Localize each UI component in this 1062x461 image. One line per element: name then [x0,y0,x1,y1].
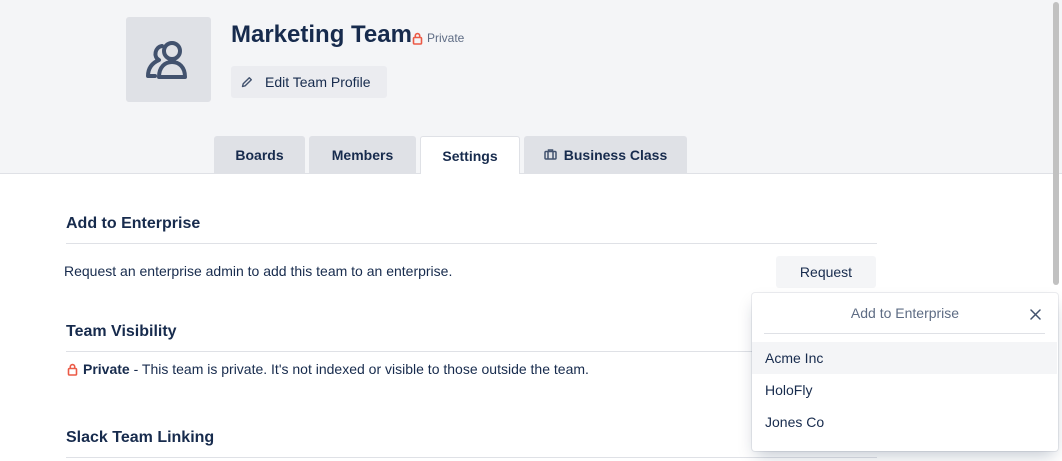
visibility-status-label: Private [83,361,130,377]
tab-settings-label: Settings [442,147,498,164]
add-to-enterprise-popover: Add to Enterprise Acme Inc HoloFly Jones… [752,293,1058,451]
tab-boards-label: Boards [235,146,284,163]
request-button[interactable]: Request [776,256,876,288]
pencil-icon [241,77,252,88]
privacy-label: Private [427,31,465,45]
tab-business-class-label: Business Class [563,146,668,163]
section-divider [66,457,877,458]
popover-title: Add to Enterprise [850,305,960,321]
scrollbar-thumb[interactable] [1053,2,1059,285]
enterprise-option-holofly[interactable]: HoloFly [752,374,1057,406]
team-users-icon [145,40,187,79]
slack-team-linking-heading: Slack Team Linking [66,429,215,446]
tab-settings[interactable]: Settings [420,136,520,174]
tab-members[interactable]: Members [309,136,416,173]
tab-boards[interactable]: Boards [214,136,305,173]
edit-team-profile-button[interactable]: Edit Team Profile [231,66,387,98]
add-to-enterprise-heading: Add to Enterprise [66,215,201,232]
lock-icon [67,363,78,376]
team-visibility-heading: Team Visibility [66,323,177,340]
visibility-description: - This team is private. It's not indexed… [129,361,589,377]
close-icon[interactable] [1027,306,1043,322]
section-divider [66,243,877,244]
visibility-status: Private - This team is private. It's not… [67,361,589,377]
tab-members-label: Members [331,146,394,163]
enterprise-option-acme-inc[interactable]: Acme Inc [752,342,1057,374]
edit-team-profile-label: Edit Team Profile [265,74,371,90]
team-avatar [126,17,211,102]
team-name: Marketing Team [231,21,412,48]
briefcase-icon [544,149,557,160]
tab-business-class[interactable]: Business Class [524,136,687,173]
popover-divider [764,333,1045,334]
privacy-indicator[interactable]: Private [412,31,464,45]
lock-icon [412,32,423,45]
enterprise-option-jones-co[interactable]: Jones Co [752,406,1057,438]
enterprise-description: Request an enterprise admin to add this … [64,263,453,279]
